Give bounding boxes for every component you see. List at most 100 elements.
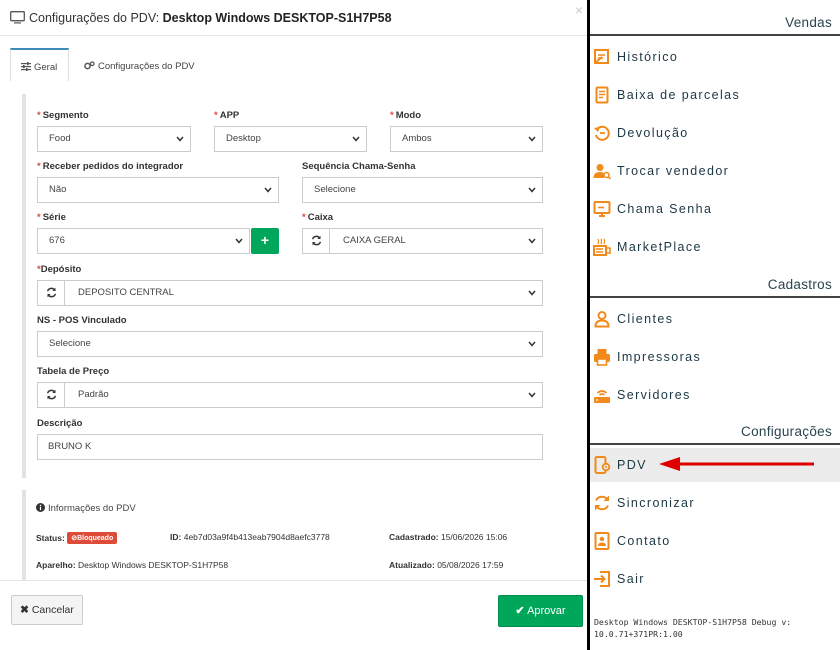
info-circle-icon <box>36 503 45 512</box>
info-panel-border <box>22 490 26 580</box>
tab-geral-label: Geral <box>34 62 58 73</box>
sidebar-item-marketplace[interactable]: MarketPlace <box>590 230 840 264</box>
sequencia-label: Sequência Chama-Senha <box>302 161 416 172</box>
return-icon <box>594 125 610 141</box>
descricao-label: Descrição <box>37 418 83 429</box>
chevron-down-icon <box>352 136 360 142</box>
section-divider <box>590 443 840 445</box>
refresh-icon <box>311 235 322 246</box>
gears-icon <box>84 61 95 70</box>
refresh-caixa-button[interactable] <box>303 229 330 253</box>
sign-out-icon <box>594 571 610 587</box>
sidebar-item-impressoras[interactable]: Impressoras <box>590 340 840 374</box>
mobile-settings-icon <box>594 456 611 474</box>
receber-pedidos-select[interactable]: Não <box>37 177 279 203</box>
close-icon[interactable]: × <box>575 2 583 18</box>
form-panel: * Segmento Food * APP Desktop * Modo Ambos … <box>26 94 556 478</box>
status-badge: ⊘Bloqueado <box>67 532 118 544</box>
ns-pos-select[interactable]: Selecione <box>37 331 543 357</box>
refresh-tabela-button[interactable] <box>38 383 65 407</box>
contact-card-icon <box>594 532 610 550</box>
tabela-preco-select[interactable]: Padrão <box>37 382 543 408</box>
serie-label: * Série <box>37 212 66 223</box>
chevron-down-icon <box>176 136 184 142</box>
sidebar-item-trocar-vendedor[interactable]: Trocar vendedor <box>590 154 840 188</box>
section-configuracoes-title: Configurações <box>741 424 832 439</box>
version-footer: Desktop Windows DESKTOP-S1H7P58 Debug v:… <box>594 617 792 639</box>
section-divider <box>590 34 840 36</box>
receber-pedidos-label: * Receber pedidos do integrador <box>37 161 184 172</box>
caixa-label: * Caixa <box>302 212 334 223</box>
monitor-icon <box>10 11 25 24</box>
info-title: Informações do PDV <box>36 503 136 514</box>
add-serie-button[interactable]: + <box>251 228 279 254</box>
printer-icon <box>594 349 610 366</box>
refresh-deposito-button[interactable] <box>38 281 65 305</box>
tab-geral[interactable]: Geral <box>10 48 69 81</box>
sidebar-item-historico[interactable]: Histórico <box>590 40 840 74</box>
sidebar-item-servidores[interactable]: Servidores <box>590 378 840 412</box>
caixa-select[interactable]: CAIXA GERAL <box>302 228 543 254</box>
chevron-down-icon <box>235 238 243 244</box>
annotation-arrow <box>659 457 814 471</box>
deposito-select[interactable]: DEPOSITO CENTRAL <box>37 280 543 306</box>
modo-select[interactable]: Ambos <box>390 126 543 152</box>
chevron-down-icon <box>528 290 536 296</box>
app-label: * APP <box>214 110 240 121</box>
modal-title: Configurações do PDV: Desktop Windows DE… <box>10 11 392 25</box>
chevron-down-icon <box>528 238 536 244</box>
cadastrado-line: Cadastrado: 15/06/2026 15:06 <box>389 532 508 542</box>
tab-configuracoes-label: Configurações do PDV <box>98 61 195 72</box>
modo-label: * Modo <box>390 110 422 121</box>
times-icon: ✖ <box>20 604 29 616</box>
sidebar-item-contato[interactable]: Contato <box>590 524 840 558</box>
sliders-icon <box>21 62 31 72</box>
tab-configuracoes-pdv[interactable]: Configurações do PDV <box>74 48 205 81</box>
sequencia-select[interactable]: Selecione <box>302 177 543 203</box>
pdv-config-modal: Configurações do PDV: Desktop Windows DE… <box>0 0 587 650</box>
refresh-icon <box>46 287 57 298</box>
approve-button[interactable]: ✔ Aprovar <box>498 595 583 627</box>
check-icon: ✔ <box>515 605 525 617</box>
cancel-button[interactable]: ✖ Cancelar <box>11 595 83 625</box>
ns-pos-label: NS - POS Vinculado <box>37 315 127 326</box>
serie-select[interactable]: 676 <box>37 228 250 254</box>
atualizado-line: Atualizado: 05/08/2026 17:59 <box>389 560 504 570</box>
section-vendas-title: Vendas <box>785 15 832 30</box>
sidebar-item-baixa-parcelas[interactable]: Baixa de parcelas <box>590 78 840 112</box>
section-divider <box>590 296 840 298</box>
sidebar-item-clientes[interactable]: Clientes <box>590 302 840 336</box>
history-icon <box>594 49 609 64</box>
sidebar-menu: Vendas Histórico Baixa de parcelas Devol… <box>590 0 840 650</box>
sidebar-item-sincronizar[interactable]: Sincronizar <box>590 486 840 520</box>
modal-header: Configurações do PDV: Desktop Windows DE… <box>0 0 587 36</box>
user-icon <box>594 311 610 328</box>
tabela-preco-label: Tabela de Preço <box>37 366 110 377</box>
modal-title-prefix: Configurações do PDV: <box>29 11 163 25</box>
chevron-down-icon <box>264 187 272 193</box>
descricao-input[interactable]: BRUNO K <box>37 434 543 460</box>
chevron-down-icon <box>528 187 536 193</box>
id-line: ID: 4eb7d03a9f4b413eab7904d8aefc3778 <box>170 532 330 542</box>
sidebar-item-devolucao[interactable]: Devolução <box>590 116 840 150</box>
modal-body[interactable]: * Segmento Food * APP Desktop * Modo Ambos … <box>0 82 587 580</box>
user-search-icon <box>593 164 611 180</box>
modal-footer: ✖ Cancelar ✔ Aprovar <box>0 580 587 650</box>
segmento-select[interactable]: Food <box>37 126 191 152</box>
receipt-icon <box>595 86 609 104</box>
server-wifi-icon <box>594 390 610 403</box>
app-select[interactable]: Desktop <box>214 126 367 152</box>
chevron-down-icon <box>528 392 536 398</box>
sync-icon <box>595 495 609 511</box>
display-icon <box>593 201 611 217</box>
deposito-label: *Depósito <box>37 264 82 275</box>
chevron-down-icon <box>528 136 536 142</box>
segmento-label: * Segmento <box>37 110 89 121</box>
marketplace-icon <box>593 238 611 256</box>
modal-title-device: Desktop Windows DESKTOP-S1H7P58 <box>162 11 392 25</box>
sidebar-item-sair[interactable]: Sair <box>590 562 840 596</box>
chevron-down-icon <box>528 341 536 347</box>
sidebar-item-chama-senha[interactable]: Chama Senha <box>590 192 840 226</box>
refresh-icon <box>46 389 57 400</box>
status-line: Status: ⊘Bloqueado <box>36 532 118 544</box>
